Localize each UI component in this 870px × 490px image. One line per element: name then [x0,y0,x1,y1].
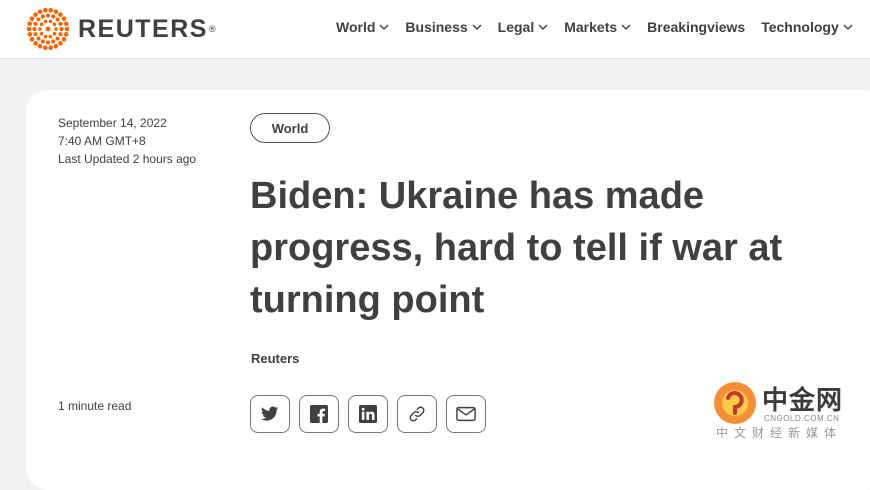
reuters-logo[interactable]: REUTERS ® [24,6,216,52]
share-bar [250,395,495,433]
share-email-button[interactable] [446,395,486,433]
article-meta: September 14, 2022 7:40 AM GMT+8 Last Up… [58,114,196,168]
nav-item-label: Business [405,19,468,35]
publish-time: 7:40 AM GMT+8 [58,134,146,148]
nav-item-breakingviews[interactable]: Breakingviews [647,19,745,35]
byline[interactable]: Reuters [251,351,299,366]
site-header: REUTERS ® World Business Legal Markets B… [0,0,870,59]
nav-item-label: Legal [497,19,535,35]
nav-item-technology[interactable]: Technology [761,19,853,35]
nav-item-label: World [336,19,376,35]
chevron-down-icon [843,22,853,32]
share-facebook-button[interactable] [299,395,339,433]
email-icon [456,406,476,422]
last-updated: Last Updated 2 hours ago [58,152,197,166]
publish-date: September 14, 2022 [58,116,167,130]
share-linkedin-button[interactable] [348,395,388,433]
watermark-url: CNGOLD.COM.CN [764,414,840,423]
chevron-down-icon [379,22,389,32]
main-nav: World Business Legal Markets Breakingvie… [336,19,869,35]
section-tag-world[interactable]: World [250,113,330,143]
watermark-title: 中金网 [762,386,844,416]
nav-item-markets[interactable]: Markets [564,19,631,35]
facebook-icon [310,405,328,423]
brand-registered-mark: ® [208,24,216,34]
share-twitter-button[interactable] [250,395,290,433]
cngold-logo-icon [714,382,756,424]
nav-item-label: Markets [564,19,618,35]
cngold-watermark: 中金网 CNGOLD.COM.CN 中文财经新媒体 [712,378,868,442]
nav-item-label: Breakingviews [647,19,746,35]
linkedin-icon [359,405,377,423]
brand-name: REUTERS [78,14,208,43]
nav-item-world[interactable]: World [336,19,389,35]
reuters-dot-ring-logo-icon [26,7,70,51]
chevron-down-icon [538,22,548,32]
nav-item-legal[interactable]: Legal [498,19,549,35]
article-headline: Biden: Ukraine has made progress, hard t… [250,175,783,321]
nav-item-business[interactable]: Business [405,19,482,35]
watermark-subtitle: 中文财经新媒体 [716,426,843,440]
chevron-down-icon [621,22,631,32]
copy-link-button[interactable] [397,395,437,433]
nav-item-label: Technology [761,19,839,35]
chevron-down-icon [472,22,482,32]
read-time: 1 minute read [58,399,132,413]
link-icon [409,406,425,422]
twitter-icon [261,406,279,421]
